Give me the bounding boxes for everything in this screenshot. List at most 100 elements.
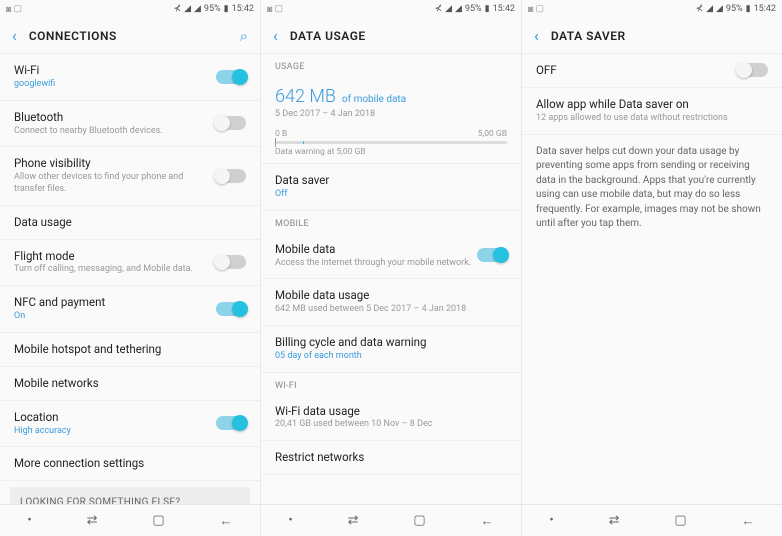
nfc-sub: On: [14, 311, 216, 323]
mobile-header: MOBILE: [261, 211, 521, 233]
allow-app-sub: 12 apps allowed to use data without rest…: [536, 113, 768, 125]
allow-app-row[interactable]: Allow app while Data saver on12 apps all…: [522, 88, 782, 135]
nav-back-icon[interactable]: ←: [742, 513, 755, 529]
nav-bar: • ⇄ ▢ ←: [522, 504, 782, 536]
location-label: Location: [14, 410, 216, 425]
app-bar: ‹ DATA SAVER: [522, 18, 782, 54]
nfc-row[interactable]: NFC and paymentOn: [0, 286, 260, 333]
data-saver-state-label: OFF: [536, 63, 738, 78]
bluetooth-row[interactable]: BluetoothConnect to nearby Bluetooth dev…: [0, 101, 260, 148]
vibrate-icon: ⊀: [435, 4, 443, 14]
usage-bar-end: 5,00 GB: [478, 129, 507, 139]
battery-percent: 95%: [726, 4, 743, 14]
data-usage-label: Data usage: [14, 215, 246, 230]
flight-mode-row[interactable]: Flight modeTurn off calling, messaging, …: [0, 240, 260, 287]
wifi-data-usage-row[interactable]: Wi-Fi data usage20,41 GB used between 10…: [261, 395, 521, 442]
mobile-data-usage-row[interactable]: Mobile data usage642 MB used between 5 D…: [261, 279, 521, 326]
allow-app-label: Allow app while Data saver on: [536, 97, 768, 112]
phone-visibility-sub: Allow other devices to find your phone a…: [14, 172, 216, 195]
usage-unit: of mobile data: [342, 94, 406, 105]
nav-recents-icon[interactable]: ⇄: [87, 513, 98, 528]
back-icon[interactable]: ‹: [12, 26, 17, 45]
footer-card: LOOKING FOR SOMETHING ELSE? SAMSUNG CLOU…: [10, 487, 250, 504]
bluetooth-sub: Connect to nearby Bluetooth devices.: [14, 126, 216, 138]
usage-bar: [275, 141, 507, 144]
nav-expand-icon[interactable]: •: [549, 513, 553, 528]
phone-visibility-label: Phone visibility: [14, 156, 216, 171]
mobile-networks-row[interactable]: Mobile networks: [0, 367, 260, 401]
mobile-data-toggle[interactable]: [477, 248, 507, 262]
data-saver-description: Data saver helps cut down your data usag…: [522, 135, 782, 242]
signal-icon: ◢: [194, 4, 201, 14]
data-saver-label: Data saver: [275, 173, 507, 188]
wifi-data-usage-sub: 20,41 GB used between 10 Nov – 8 Dec: [275, 419, 507, 431]
location-toggle[interactable]: [216, 416, 246, 430]
wifi-sub: googlewifi: [14, 79, 216, 91]
flight-mode-toggle[interactable]: [216, 255, 246, 269]
usage-header: USAGE: [261, 54, 521, 76]
nfc-toggle[interactable]: [216, 302, 246, 316]
page-title: DATA SAVER: [551, 29, 770, 43]
bluetooth-toggle[interactable]: [216, 116, 246, 130]
hotspot-row[interactable]: Mobile hotspot and tethering: [0, 333, 260, 367]
nav-home-icon[interactable]: ▢: [152, 513, 164, 528]
data-saver-row[interactable]: Data saverOff: [261, 164, 521, 211]
nav-back-icon[interactable]: ←: [220, 513, 233, 529]
billing-cycle-row[interactable]: Billing cycle and data warning05 day of …: [261, 326, 521, 373]
flight-mode-sub: Turn off calling, messaging, and Mobile …: [14, 264, 216, 276]
wifi-row[interactable]: Wi-Figooglewifi: [0, 54, 260, 101]
battery-percent: 95%: [465, 4, 482, 14]
nav-recents-icon[interactable]: ⇄: [609, 513, 620, 528]
nav-home-icon[interactable]: ▢: [674, 513, 686, 528]
usage-block[interactable]: 642 MB of mobile data 5 Dec 2017 – 4 Jan…: [261, 76, 521, 164]
app-bar: ‹ DATA USAGE: [261, 18, 521, 54]
notification-icon: ▢: [13, 4, 22, 14]
mobile-data-usage-label: Mobile data usage: [275, 288, 507, 303]
location-sub: High accuracy: [14, 426, 216, 438]
bluetooth-label: Bluetooth: [14, 110, 216, 125]
data-saver-off-row[interactable]: OFF: [522, 54, 782, 88]
vibrate-icon: ⊀: [174, 4, 182, 14]
hotspot-label: Mobile hotspot and tethering: [14, 342, 246, 357]
nav-expand-icon[interactable]: •: [27, 513, 31, 528]
mobile-data-sub: Access the internet through your mobile …: [275, 258, 477, 270]
restrict-networks-row[interactable]: Restrict networks: [261, 441, 521, 475]
phone-visibility-toggle[interactable]: [216, 169, 246, 183]
flight-mode-label: Flight mode: [14, 249, 216, 264]
wifi-toggle[interactable]: [216, 70, 246, 84]
signal-icon: ◢: [716, 4, 723, 14]
wifi-icon: ◢: [445, 4, 452, 14]
status-bar: ◙▢ ⊀ ◢ ◢ 95% ▮ 15:42: [0, 0, 260, 18]
location-row[interactable]: LocationHigh accuracy: [0, 401, 260, 448]
billing-cycle-label: Billing cycle and data warning: [275, 335, 507, 350]
phone-visibility-row[interactable]: Phone visibilityAllow other devices to f…: [0, 147, 260, 205]
battery-icon: ▮: [485, 4, 490, 14]
mobile-data-row[interactable]: Mobile dataAccess the internet through y…: [261, 233, 521, 280]
signal-icon: ◢: [455, 4, 462, 14]
status-bar: ◙▢ ⊀ ◢ ◢ 95% ▮ 15:42: [522, 0, 782, 18]
search-icon[interactable]: ⌕: [240, 27, 248, 45]
notification-icon: ▢: [274, 4, 283, 14]
nav-expand-icon[interactable]: •: [288, 513, 292, 528]
nav-back-icon[interactable]: ←: [481, 513, 494, 529]
restrict-networks-label: Restrict networks: [275, 450, 507, 465]
back-icon[interactable]: ‹: [273, 26, 278, 45]
usage-dates: 5 Dec 2017 – 4 Jan 2018: [275, 109, 507, 119]
billing-cycle-sub: 05 day of each month: [275, 351, 507, 363]
data-usage-row[interactable]: Data usage: [0, 206, 260, 240]
nav-recents-icon[interactable]: ⇄: [348, 513, 359, 528]
wifi-icon: ◢: [706, 4, 713, 14]
page-title: DATA USAGE: [290, 29, 509, 43]
back-icon[interactable]: ‹: [534, 26, 539, 45]
mobile-data-usage-sub: 642 MB used between 5 Dec 2017 – 4 Jan 2…: [275, 304, 507, 316]
app-bar: ‹ CONNECTIONS ⌕: [0, 18, 260, 54]
data-saver-toggle[interactable]: [738, 63, 768, 77]
vibrate-icon: ⊀: [696, 4, 704, 14]
wifi-data-usage-label: Wi-Fi data usage: [275, 404, 507, 419]
battery-icon: ▮: [746, 4, 751, 14]
more-settings-row[interactable]: More connection settings: [0, 447, 260, 481]
nav-home-icon[interactable]: ▢: [413, 513, 425, 528]
mobile-data-label: Mobile data: [275, 242, 477, 257]
nfc-label: NFC and payment: [14, 295, 216, 310]
notification-icon: ◙: [528, 4, 533, 15]
